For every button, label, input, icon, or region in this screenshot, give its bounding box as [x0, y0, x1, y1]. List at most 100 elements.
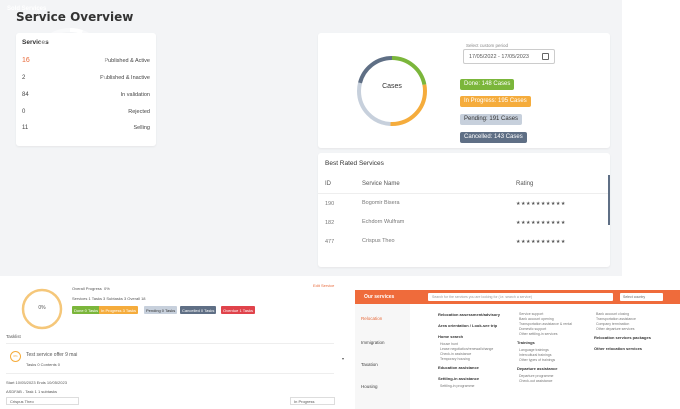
catalog-item[interactable]: Transportation assistance	[596, 317, 636, 321]
status-select[interactable]: In Progress	[290, 397, 335, 405]
sold-progress-ring	[32, 28, 108, 104]
sidebar-item-housing[interactable]: Housing	[361, 384, 378, 389]
calendar-icon[interactable]	[542, 53, 549, 60]
overall-progress-label: Overall Progress	[72, 286, 102, 291]
task-dates: Start 10/05/2023 Ends 10/05/2023	[6, 380, 67, 385]
date-range-value: 17/05/2022 - 17/05/2023	[469, 54, 529, 60]
column-header-service-name: Service Name	[362, 181, 400, 187]
task-done-badge: Done 0 Tasks	[72, 306, 101, 314]
divider	[6, 373, 334, 374]
service-status-row[interactable]: 11 Selling	[22, 122, 150, 133]
sidebar-item-taxation[interactable]: Taxation	[361, 362, 378, 367]
best-rated-title: Best Rated Services	[325, 160, 384, 167]
best-rated-card: Best Rated Services ID Service Name Rati…	[318, 153, 610, 267]
sold-services-title: Sold Services	[7, 6, 47, 12]
service-status-count: 11	[22, 124, 29, 131]
task-cancelled-badge: Cancelled 0 Tasks	[180, 306, 217, 314]
sidebar-item-immigration[interactable]: Immigration	[361, 340, 385, 345]
catalog-item[interactable]: House hunt	[440, 342, 458, 346]
catalog-item[interactable]: Domestic support	[519, 327, 546, 331]
catalog-group-title[interactable]: Trainings	[517, 340, 535, 345]
cases-in-progress-badge: In Progress: 195 Cases	[460, 96, 531, 107]
task-pending-badge: Pending 0 Tasks	[144, 306, 178, 314]
divider	[6, 343, 334, 344]
catalog-header-bar: Our services Search for the services you…	[355, 290, 680, 304]
sidebar-item-relocation[interactable]: Relocation	[361, 316, 382, 321]
country-select[interactable]: Select country	[620, 293, 663, 301]
catalog-item[interactable]: Lease negotiation/renewal/change	[440, 347, 493, 351]
services-catalog-panel: Our services Search for the services you…	[355, 290, 680, 409]
date-range-input[interactable]: 17/05/2022 - 17/05/2023	[463, 49, 555, 64]
cases-pending-badge: Pending: 191 Cases	[460, 114, 523, 125]
page-title: Service Overview	[16, 10, 134, 24]
chevron-down-icon[interactable]: ▾	[342, 356, 344, 361]
task-stats: Services 1 Tasks 3 Subtasks 3 Overall 18	[72, 296, 146, 301]
subtask-label: ASDFAB - Task 1 1 subtasks	[6, 389, 58, 394]
row-id: 477	[325, 239, 335, 245]
row-service-name[interactable]: Crispus Theo	[362, 238, 395, 244]
catalog-group-title[interactable]: Other relocation services	[594, 346, 642, 351]
catalog-item[interactable]: Intercultural trainings	[519, 353, 552, 357]
service-status-label: In validation	[120, 91, 150, 98]
cases-cancelled-badge: Cancelled: 143 Cases	[460, 132, 527, 143]
row-id: 182	[325, 220, 335, 226]
catalog-item[interactable]: Other types of trainings	[519, 358, 555, 362]
catalog-group-title[interactable]: Departure assistance	[517, 366, 557, 371]
row-rating: ★★★★★★★★★★	[516, 239, 566, 245]
catalog-item[interactable]: Other settling-in services	[519, 332, 558, 336]
catalog-item[interactable]: Temporary housing	[440, 357, 470, 361]
catalog-item[interactable]: Language trainings	[519, 348, 549, 352]
service-status-count: 0	[22, 108, 26, 115]
catalog-group-title[interactable]: Relocation assessment/advisory	[438, 312, 500, 317]
overall-progress-value: 0%	[104, 286, 110, 291]
catalog-group-title[interactable]: Home search	[438, 334, 463, 339]
catalog-group-title[interactable]: Settling-in assistance	[438, 376, 479, 381]
catalog-brand[interactable]: Our services	[364, 294, 394, 300]
catalog-item[interactable]: Check-out assistance	[519, 379, 552, 383]
date-range-label: Select custom period	[466, 43, 509, 48]
header-divider	[318, 193, 610, 194]
row-id: 190	[325, 201, 335, 207]
catalog-item[interactable]: Other departure services	[596, 327, 635, 331]
cases-done-badge: Done: 148 Cases	[460, 79, 515, 90]
table-scrollbar[interactable]	[608, 175, 610, 225]
catalog-sidebar: Relocation Immigration Taxation Housing	[355, 304, 410, 409]
task-overdue-badge: Overdue 1 Tasks	[221, 306, 255, 314]
catalog-item[interactable]: Settling-in programme	[440, 384, 474, 388]
row-service-name[interactable]: Bogomir Bisera	[362, 200, 400, 206]
service-status-label: Rejected	[128, 108, 150, 115]
column-header-id: ID	[325, 181, 331, 187]
catalog-item[interactable]: Company termination	[596, 322, 629, 326]
cases-card: Cases Select custom period 17/05/2022 - …	[318, 33, 610, 148]
service-status-row[interactable]: 0 Rejected	[22, 106, 150, 117]
catalog-item[interactable]: Service support	[519, 312, 543, 316]
catalog-item[interactable]: Bank account opening	[519, 317, 554, 321]
task-item-title[interactable]: Test service offer 9 mai	[26, 352, 77, 358]
sold-caption: Services	[61, 61, 79, 66]
cases-donut-label: Cases	[382, 83, 402, 90]
catalog-search-input[interactable]: Search for the services you are looking …	[428, 293, 613, 301]
sold-percent: 5 %	[63, 50, 77, 59]
task-item-subtitle: Tasks 0 Contents 0	[26, 362, 61, 367]
row-rating: ★★★★★★★★★★	[516, 220, 566, 226]
catalog-item[interactable]: Bank account closing	[596, 312, 629, 316]
tasklist-label: Tasklist	[6, 334, 21, 339]
catalog-group-title[interactable]: Relocation services packages	[594, 335, 651, 340]
row-service-name[interactable]: Echdorn Wulfram	[362, 219, 404, 225]
catalog-group-title[interactable]: Area orientation / Look-see trip	[438, 323, 497, 328]
task-progress-percent: 0%	[38, 305, 46, 311]
catalog-item[interactable]: Departure programme	[519, 374, 553, 378]
catalog-item[interactable]: Check-in assistance	[440, 352, 471, 356]
sold-count: 11 / 201	[55, 68, 85, 77]
service-status-label: Selling	[133, 124, 150, 131]
column-header-rating: Rating	[516, 181, 534, 187]
catalog-group-title[interactable]: Education assistance	[438, 365, 479, 370]
task-in-progress-badge: In Progress 3 Tasks	[99, 306, 139, 314]
edit-service-link[interactable]: Edit Service	[313, 283, 334, 288]
cases-donut-chart	[357, 56, 427, 126]
task-item-progress: 0%	[10, 351, 21, 362]
row-rating: ★★★★★★★★★★	[516, 201, 566, 207]
catalog-item[interactable]: Transportation assistance & rental	[519, 322, 572, 326]
service-status-count: 84	[22, 91, 29, 98]
assignee-select[interactable]: Crispus Theo	[6, 397, 79, 405]
